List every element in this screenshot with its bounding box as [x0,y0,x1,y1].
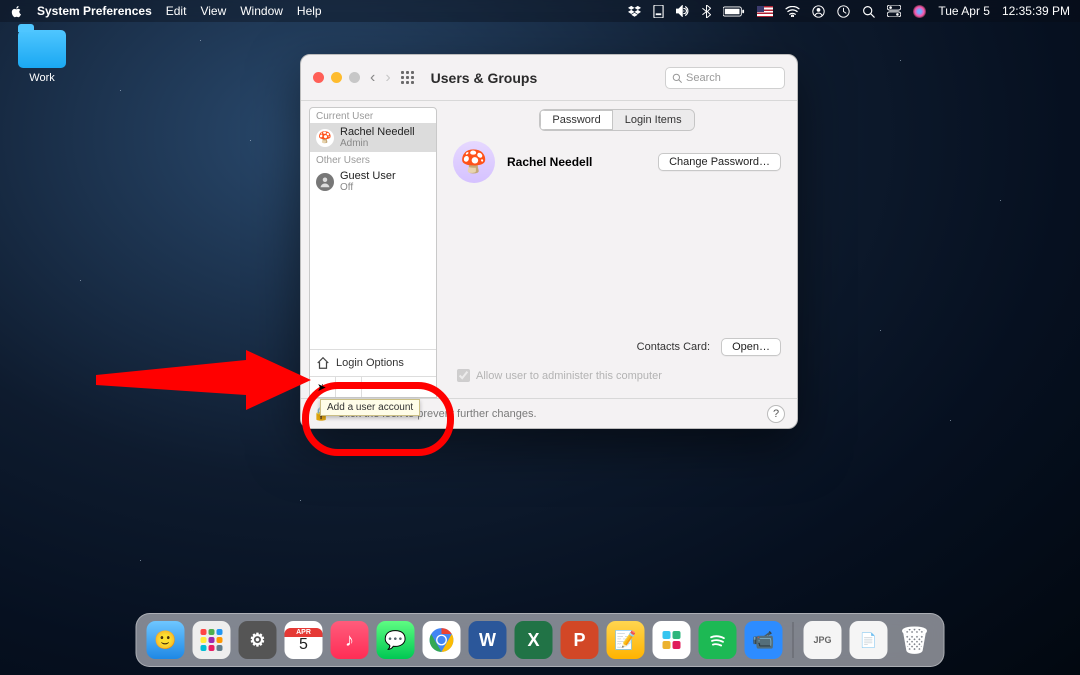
forward-button[interactable]: › [385,69,390,87]
dock-app-launchpad[interactable] [193,621,231,659]
search-field[interactable]: Search [665,67,785,89]
add-remove-row: + ➤ Add a user account − [310,376,436,397]
dock-app-chrome[interactable] [423,621,461,659]
profile-row: 🍄 Rachel Needell Change Password… [453,141,781,183]
menu-edit[interactable]: Edit [166,4,187,18]
tab-password[interactable]: Password [540,110,612,130]
traffic-lights [313,72,360,83]
folder-label: Work [14,72,70,84]
show-all-icon[interactable] [401,71,415,85]
dock-app-music[interactable]: ♪ [331,621,369,659]
profile-avatar[interactable]: 🍄 [453,141,495,183]
contacts-label: Contacts Card: [637,341,710,353]
minimize-button[interactable] [331,72,342,83]
bluetooth-icon[interactable] [702,5,711,18]
folder-icon [18,30,66,68]
admin-checkbox-row: Allow user to administer this computer [457,369,662,382]
control-center-icon[interactable] [887,5,901,17]
dock-app-spotify[interactable] [699,621,737,659]
menubar-app-name[interactable]: System Preferences [37,4,152,18]
back-button[interactable]: ‹ [370,69,375,87]
apple-menu-icon[interactable] [10,5,23,18]
annotation-arrow [96,350,316,410]
spotlight-icon[interactable] [862,5,875,18]
volume-icon[interactable] [676,5,690,17]
user-name: Rachel Needell [340,126,415,138]
clock-icon[interactable] [837,5,850,18]
sidebar-user-current[interactable]: 🍄 Rachel Needell Admin [310,123,436,152]
users-groups-window: ‹ › Users & Groups Search Current User 🍄… [300,54,798,429]
user-sidebar: Current User 🍄 Rachel Needell Admin Othe… [309,107,437,398]
help-button[interactable]: ? [767,405,785,423]
search-placeholder: Search [686,72,721,84]
dock-trash[interactable]: 🗑 [896,621,934,659]
sidebar-header-current: Current User [310,108,436,123]
menubar: System Preferences Edit View Window Help… [0,0,1080,22]
sidebar-user-guest[interactable]: Guest User Off [310,167,436,196]
titlebar: ‹ › Users & Groups Search [301,55,797,101]
dock-app-zoom[interactable]: 📹 [745,621,783,659]
user-name: Guest User [340,170,396,182]
dock-file-doc[interactable]: 📄 [850,621,888,659]
close-button[interactable] [313,72,324,83]
dock-app-excel[interactable]: X [515,621,553,659]
add-user-tooltip: Add a user account [320,399,420,416]
tab-bar: Password Login Items [453,109,781,131]
change-password-button[interactable]: Change Password… [658,153,781,171]
dock-file-jpg[interactable]: JPG [804,621,842,659]
admin-checkbox-label: Allow user to administer this computer [476,370,662,382]
contacts-row: Contacts Card: Open… [437,338,781,356]
dock-app-powerpoint[interactable]: P [561,621,599,659]
main-pane: Password Login Items 🍄 Rachel Needell Ch… [437,101,797,398]
desktop-folder-work[interactable]: Work [14,30,70,84]
battery-icon[interactable] [723,6,745,17]
nav-arrows: ‹ › [370,69,391,87]
zoom-button[interactable] [349,72,360,83]
open-contacts-button[interactable]: Open… [721,338,781,356]
user-role: Off [340,182,396,193]
flag-us-icon[interactable] [757,6,773,17]
login-options-label: Login Options [336,357,404,369]
window-title: Users & Groups [431,70,538,86]
menu-help[interactable]: Help [297,4,322,18]
user-icon[interactable] [812,5,825,18]
menu-extra-icon[interactable] [653,5,664,18]
dock: 🙂 ⚙ APR5 ♪ 💬 W X P 📝 📹 JPG 📄 🗑 [136,613,945,667]
tab-login-items[interactable]: Login Items [613,110,694,130]
login-options-row[interactable]: Login Options [310,349,436,376]
wifi-icon[interactable] [785,6,800,17]
dock-app-word[interactable]: W [469,621,507,659]
dock-app-notes[interactable]: 📝 [607,621,645,659]
dock-app-slack[interactable] [653,621,691,659]
menu-window[interactable]: Window [240,4,283,18]
admin-checkbox [457,369,470,382]
search-icon [672,73,682,83]
menu-view[interactable]: View [200,4,226,18]
cursor-icon: ➤ [317,381,326,394]
dock-app-messages[interactable]: 💬 [377,621,415,659]
dock-app-calendar[interactable]: APR5 [285,621,323,659]
dock-app-settings[interactable]: ⚙ [239,621,277,659]
dock-separator [793,622,794,658]
add-user-button[interactable]: + ➤ Add a user account [310,377,336,397]
profile-name: Rachel Needell [507,155,592,169]
menubar-time[interactable]: 12:35:39 PM [1002,4,1070,18]
dock-app-finder[interactable]: 🙂 [147,621,185,659]
dropbox-icon[interactable] [628,5,641,18]
sidebar-header-other: Other Users [310,152,436,167]
menubar-date[interactable]: Tue Apr 5 [938,4,990,18]
home-icon [316,356,330,370]
remove-user-button[interactable]: − [336,377,362,397]
user-role: Admin [340,138,415,149]
avatar-icon [316,173,334,191]
avatar-icon: 🍄 [316,129,334,147]
siri-icon[interactable] [913,5,926,18]
